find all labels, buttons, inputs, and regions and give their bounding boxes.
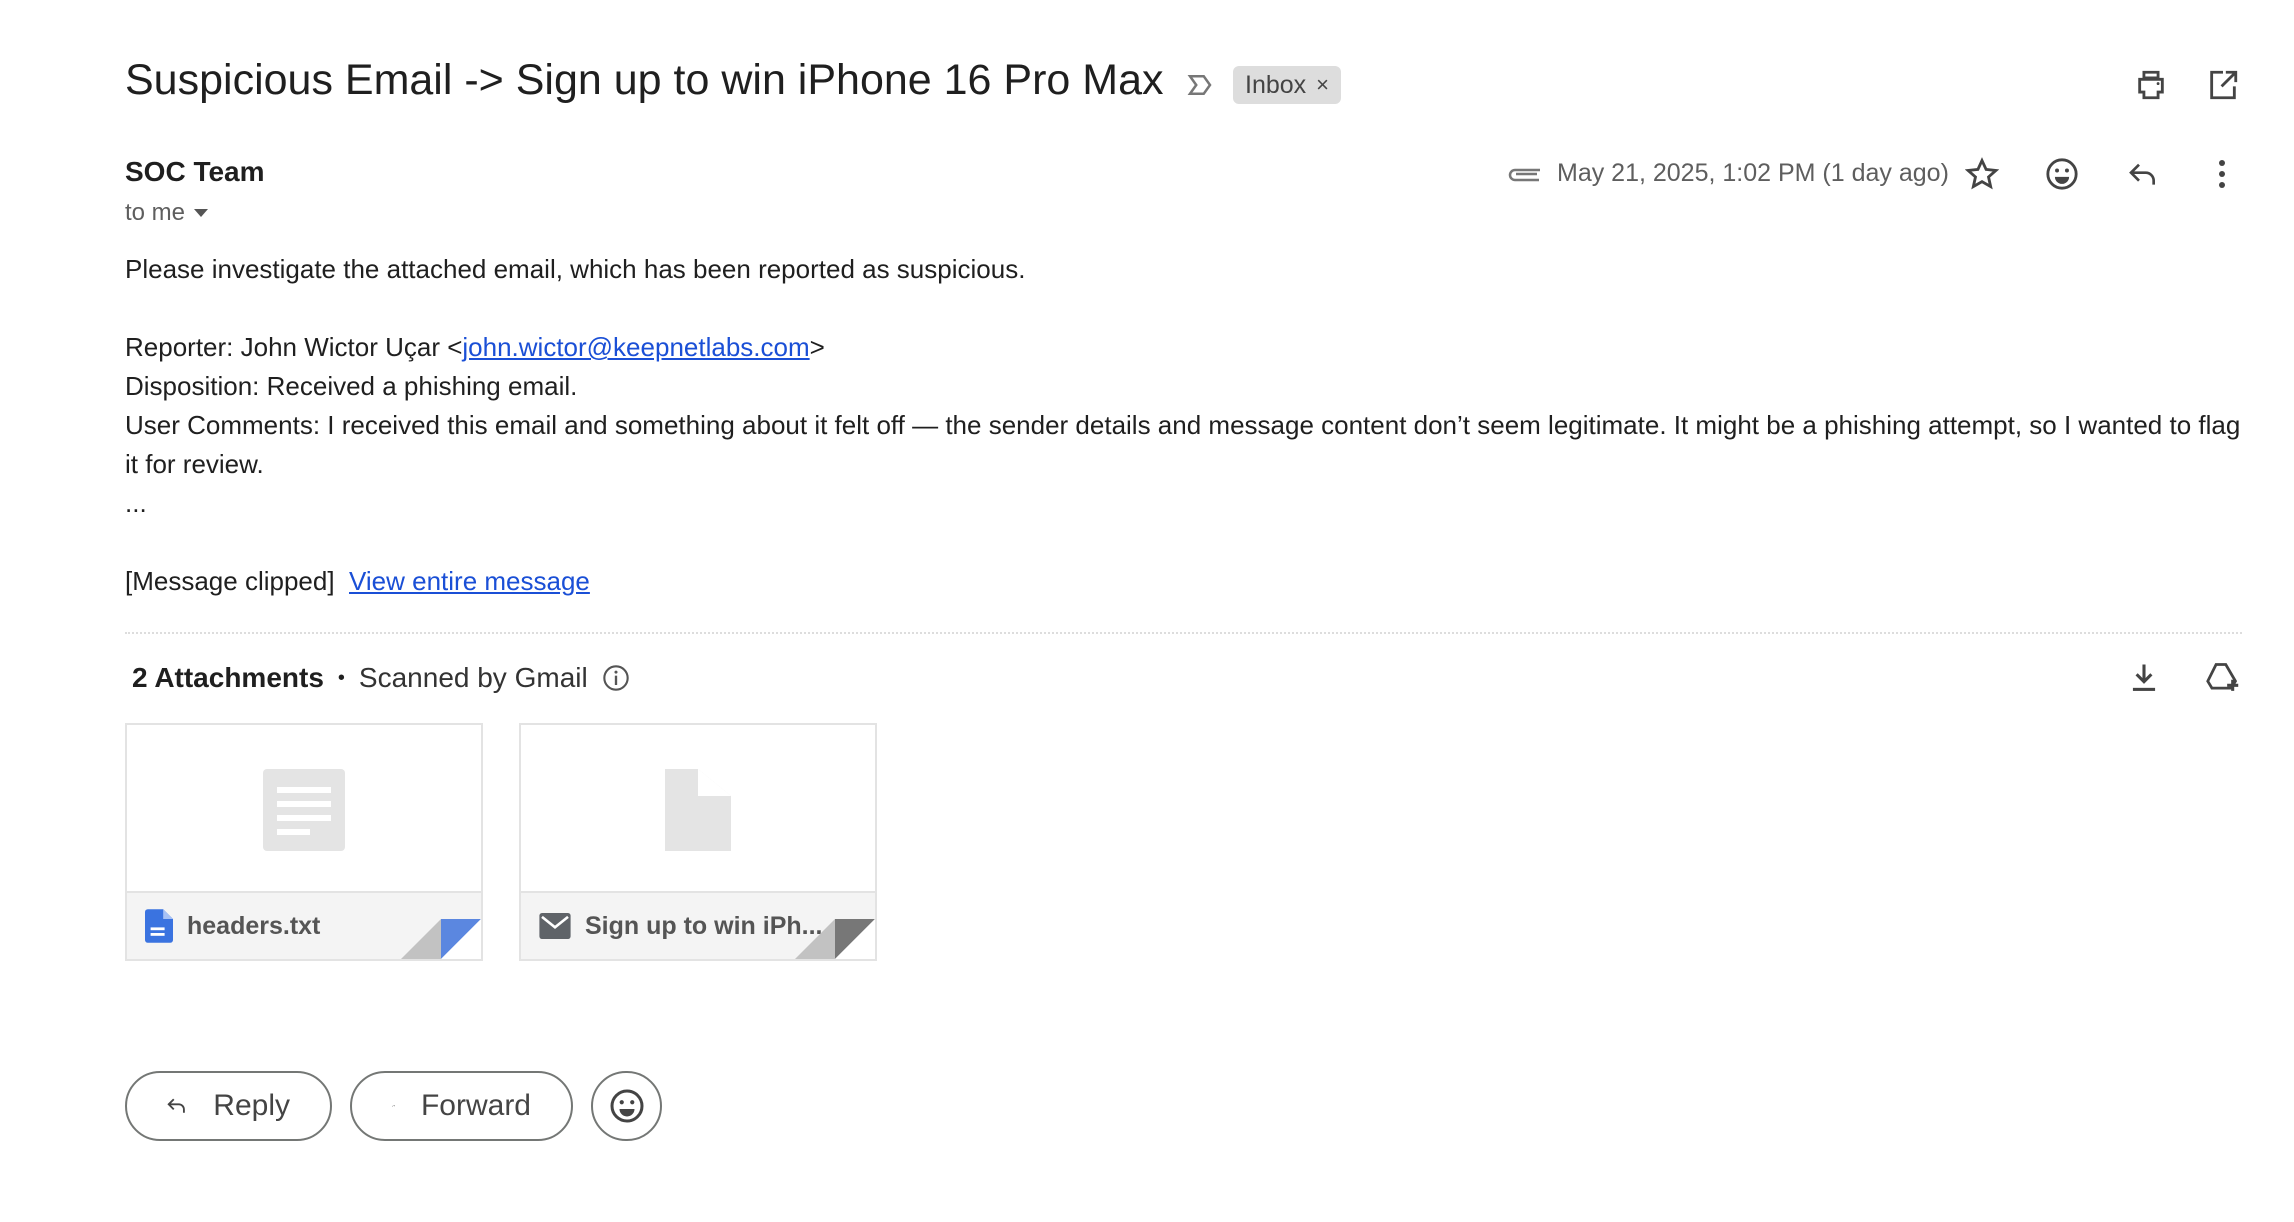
reply-button[interactable]: Reply	[125, 1071, 332, 1141]
attachments-header: 2 Attachments • Scanned by Gmail	[132, 662, 630, 694]
emoji-icon	[610, 1089, 643, 1123]
reporter-prefix: Reporter: John Wictor Uçar <	[125, 332, 463, 362]
scanned-by-gmail: Scanned by Gmail	[358, 662, 588, 693]
email-icon	[539, 913, 571, 939]
text-file-preview-icon	[263, 769, 345, 856]
page-curl-corner	[401, 919, 481, 959]
body-disposition: Disposition: Received a phishing email.	[125, 371, 578, 401]
forward-button[interactable]: Forward	[350, 1071, 573, 1141]
reply-icon[interactable]	[2123, 154, 2163, 194]
forward-label: Forward	[420, 1089, 531, 1122]
google-docs-icon	[145, 909, 173, 943]
view-entire-message-link[interactable]: View entire message	[349, 566, 590, 596]
separator-dot: •	[337, 666, 345, 689]
reply-icon	[167, 1098, 185, 1113]
file-preview-icon	[665, 769, 731, 856]
sender-name[interactable]: SOC Team	[125, 156, 265, 188]
react-emoji-button[interactable]	[591, 1071, 662, 1141]
add-to-drive-icon[interactable]	[2202, 656, 2244, 698]
attachment-card-headers[interactable]: headers.txt	[125, 723, 483, 961]
attachments-count: 2 Attachments	[132, 662, 324, 693]
attachment-name: headers.txt	[187, 911, 321, 940]
more-options-icon[interactable]	[2204, 154, 2240, 194]
clipped-label: [Message clipped]	[125, 566, 335, 596]
attachment-clip-icon	[1507, 158, 1543, 188]
message-clipped-notice: [Message clipped] View entire message	[125, 562, 2245, 601]
open-in-new-window-icon[interactable]	[2204, 66, 2242, 104]
email-date: May 21, 2025, 1:02 PM (1 day ago)	[1557, 159, 1949, 187]
body-reporter: Reporter: John Wictor Uçar <john.wictor@…	[125, 328, 2245, 367]
attachment-card-email[interactable]: Sign up to win iPh...	[519, 723, 877, 961]
email-subject: Suspicious Email -> Sign up to win iPhon…	[125, 56, 1164, 104]
reply-label: Reply	[213, 1089, 290, 1122]
reporter-suffix: >	[809, 332, 825, 362]
reporter-email-link[interactable]: john.wictor@keepnetlabs.com	[462, 332, 809, 362]
important-marker-icon[interactable]	[1183, 68, 1217, 102]
recipient-details-toggle[interactable]: to me	[125, 199, 209, 227]
forward-icon	[392, 1104, 395, 1107]
inbox-label-chip: Inbox ×	[1233, 66, 1342, 104]
attachments-divider	[125, 632, 2242, 634]
info-icon[interactable]	[602, 664, 630, 692]
page-curl-corner	[795, 919, 875, 959]
star-icon[interactable]	[1962, 154, 2002, 194]
chevron-down-icon	[194, 209, 209, 217]
download-all-icon[interactable]	[2124, 658, 2164, 698]
attachment-name: Sign up to win iPh...	[585, 911, 823, 940]
add-reaction-icon[interactable]	[2042, 154, 2082, 194]
print-icon[interactable]	[2132, 66, 2170, 104]
body-comments: User Comments: I received this email and…	[125, 410, 2241, 479]
remove-label-icon[interactable]: ×	[1316, 72, 1329, 98]
body-intro: Please investigate the attached email, w…	[125, 254, 1026, 284]
body-ellipsis: ...	[125, 488, 147, 518]
inbox-label: Inbox	[1245, 70, 1307, 99]
recipient-label: to me	[125, 199, 186, 226]
email-body: Please investigate the attached email, w…	[125, 250, 2245, 601]
